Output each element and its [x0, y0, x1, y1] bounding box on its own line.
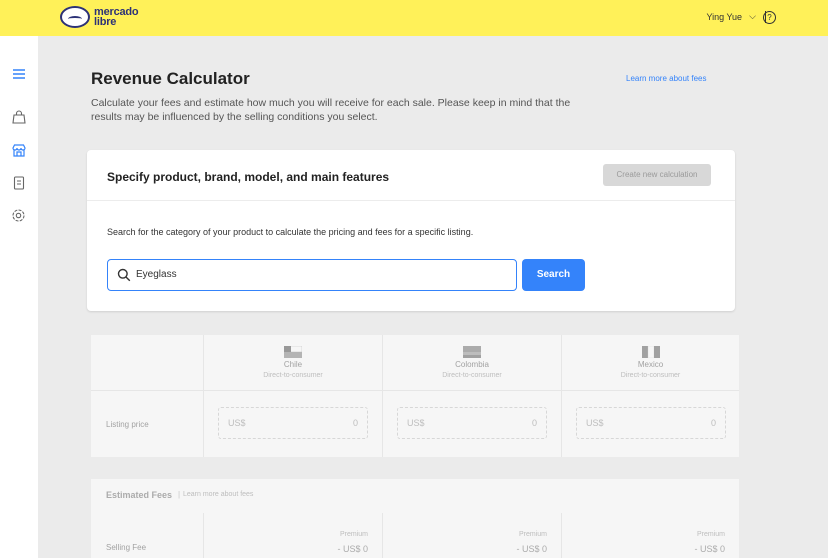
top-bar: mercado libre Ying Yue ⌵ ? [0, 0, 828, 36]
mexico-flag-icon [641, 345, 660, 359]
card-divider [87, 200, 735, 201]
currency-label: US$ [228, 418, 246, 428]
listing-price-label: Listing price [106, 420, 149, 429]
estimated-fees-header: Estimated Fees | Learn more about fees [91, 479, 739, 513]
estimated-fees-title: Estimated Fees [106, 490, 173, 500]
mercado-libre-logo[interactable]: mercado libre [60, 6, 139, 28]
listing-price-input-mexico[interactable]: US$ 0 [576, 407, 726, 439]
listing-price-input-chile[interactable]: US$ 0 [218, 407, 368, 439]
fees-separator: | [178, 490, 181, 499]
listing-price-input-colombia[interactable]: US$ 0 [397, 407, 547, 439]
fee-value: - US$ 0 [516, 544, 547, 554]
selling-fee-label: Selling Fee [106, 543, 147, 552]
fee-type: Premium [518, 531, 547, 538]
create-new-calculation-button[interactable]: Create new calculation [603, 164, 711, 186]
fee-type: Premium [696, 531, 725, 538]
store-icon[interactable] [10, 141, 27, 158]
price-value: 0 [710, 418, 716, 428]
selling-fee-mexico: Premium - US$ 0 [562, 513, 739, 558]
help-icon[interactable]: ? [763, 11, 776, 24]
price-value: 0 [531, 418, 537, 428]
country-name: Mexico [637, 360, 664, 369]
chile-flag-icon [283, 345, 303, 358]
price-value: 0 [352, 418, 358, 428]
learn-more-fees-link[interactable]: Learn more about fees [626, 74, 707, 83]
search-help-text: Search for the category of your product … [107, 227, 474, 237]
chevron-down-icon[interactable]: ⌵ [749, 11, 756, 22]
search-input-value: Eyeglass [136, 269, 177, 280]
search-button[interactable]: Search [522, 259, 585, 291]
bag-icon[interactable] [10, 108, 27, 125]
fee-value: - US$ 0 [337, 544, 368, 554]
sidebar [0, 36, 38, 558]
selling-fee-colombia: Premium - US$ 0 [383, 513, 562, 558]
user-name[interactable]: Ying Yue [706, 12, 742, 22]
selling-fee-chile: Premium - US$ 0 [204, 513, 383, 558]
receipt-icon[interactable] [10, 174, 27, 191]
pricing-table: Chile Direct-to-consumer Colombia Direct… [91, 335, 739, 457]
currency-label: US$ [586, 418, 604, 428]
settings-icon[interactable] [10, 207, 27, 224]
currency-label: US$ [407, 418, 425, 428]
country-column-mexico: Mexico Direct-to-consumer [562, 335, 739, 391]
country-channel: Direct-to-consumer [263, 372, 323, 379]
card-title: Specify product, brand, model, and main … [107, 170, 390, 184]
search-icon [117, 268, 131, 282]
selling-fee-row: Selling Fee Premium - US$ 0 Premium - US… [91, 513, 739, 558]
fee-type: Premium [339, 531, 368, 538]
menu-icon[interactable] [10, 65, 27, 82]
country-column-colombia: Colombia Direct-to-consumer [383, 335, 562, 391]
fees-learn-more-link[interactable]: Learn more about fees [183, 491, 253, 498]
category-search-input[interactable]: Eyeglass [107, 259, 517, 291]
page-title: Revenue Calculator [91, 69, 250, 88]
country-channel: Direct-to-consumer [442, 372, 502, 379]
colombia-flag-icon [463, 345, 481, 358]
country-channel: Direct-to-consumer [620, 372, 681, 379]
page-description: Calculate your fees and estimate how muc… [91, 97, 571, 123]
product-search-card: Specify product, brand, model, and main … [87, 150, 735, 311]
country-name: Chile [283, 360, 303, 369]
fee-value: - US$ 0 [694, 544, 725, 554]
country-name: Colombia [455, 360, 489, 369]
country-column-chile: Chile Direct-to-consumer [204, 335, 383, 391]
logo-text-line2: libre [94, 16, 117, 28]
handshake-icon [60, 6, 90, 28]
